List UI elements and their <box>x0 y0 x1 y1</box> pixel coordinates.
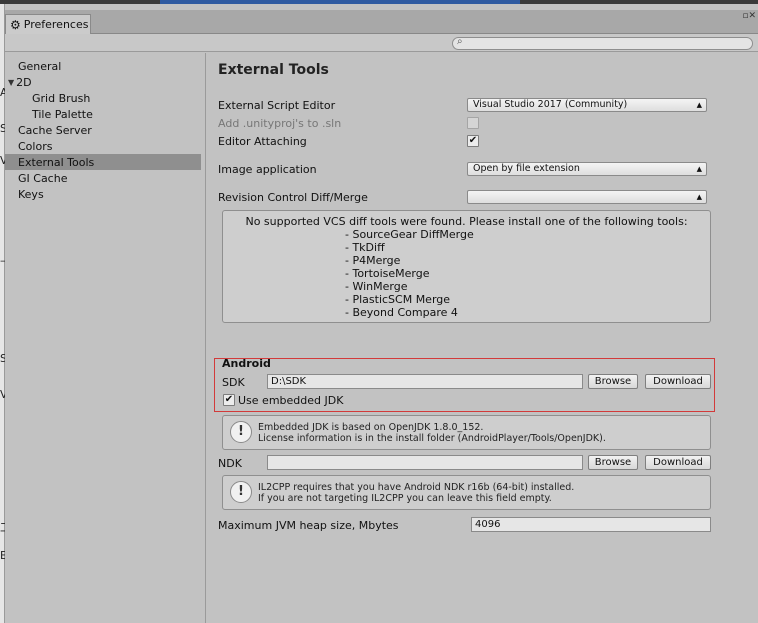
list-item: - WinMerge <box>345 280 408 293</box>
sidebar-item-label: Cache Server <box>18 123 92 137</box>
ndk-path-input[interactable] <box>267 455 583 470</box>
sdk-label: SDK <box>222 376 245 389</box>
vcs-help-box: No supported VCS diff tools were found. … <box>222 210 711 323</box>
triangle-down-icon[interactable]: ▼ <box>8 78 14 87</box>
sidebar-item-label: External Tools <box>18 155 95 169</box>
editor-attaching-checkbox[interactable]: ✔ <box>467 135 479 147</box>
sidebar-item-label: Colors <box>18 139 53 153</box>
checkmark-icon: ✔ <box>224 394 234 405</box>
list-item: - PlasticSCM Merge <box>345 293 451 306</box>
list-item: - SourceGear DiffMerge <box>345 228 474 241</box>
chevron-down-icon: ▲ <box>696 101 702 109</box>
sidebar-item-grid-brush[interactable]: Grid Brush <box>5 90 201 106</box>
sidebar-item-colors[interactable]: Colors <box>5 138 201 154</box>
sidebar-item-general[interactable]: General <box>5 58 201 74</box>
checkmark-icon: ✔ <box>468 135 478 146</box>
revision-control-label: Revision Control Diff/Merge <box>218 191 368 204</box>
ndk-download-button[interactable]: Download <box>645 455 711 470</box>
editor-attaching-label: Editor Attaching <box>218 135 307 148</box>
sidebar-item-label: General <box>18 59 62 73</box>
sidebar-item-label: Grid Brush <box>32 91 91 105</box>
script-editor-dropdown[interactable]: Visual Studio 2017 (Community) ▲ <box>467 98 707 112</box>
sdk-download-button[interactable]: Download <box>645 374 711 389</box>
sidebar-item-gi-cache[interactable]: GI Cache <box>5 170 201 186</box>
list-item: - TortoiseMerge <box>345 267 430 280</box>
sdk-browse-button[interactable]: Browse <box>588 374 638 389</box>
ndk-label: NDK <box>218 457 242 470</box>
tab-bar: ⚙ Preferences ▫✕ <box>5 10 758 34</box>
tab-preferences[interactable]: ⚙ Preferences <box>5 14 91 34</box>
embedded-jdk-label: Use embedded JDK <box>238 394 344 407</box>
jdk-info-text: Embedded JDK is based on OpenJDK 1.8.0_1… <box>258 422 606 444</box>
search-icon: ⌕ <box>457 36 463 47</box>
list-item: - P4Merge <box>345 254 401 267</box>
sidebar-item-label: Keys <box>18 187 44 201</box>
toolbar: ⌕ <box>5 34 758 52</box>
ndk-browse-button[interactable]: Browse <box>588 455 638 470</box>
sidebar-item-label: GI Cache <box>18 171 68 185</box>
sidebar-item-cache-server[interactable]: Cache Server <box>5 122 201 138</box>
add-unityproj-checkbox[interactable] <box>467 117 479 129</box>
jdk-info-line: License information is in the install fo… <box>258 433 606 444</box>
sidebar-item-label: 2D <box>16 75 32 89</box>
android-section-title: Android <box>222 357 271 370</box>
page-title: External Tools <box>218 62 329 78</box>
preferences-window: ⚙ Preferences ▫✕ ⌕ General ▼ 2D Grid Brus… <box>5 10 758 623</box>
window-controls[interactable]: ▫✕ <box>742 11 756 21</box>
sidebar-item-external-tools[interactable]: External Tools <box>5 154 201 170</box>
sidebar-item-tile-palette[interactable]: Tile Palette <box>5 106 201 122</box>
sidebar: General ▼ 2D Grid Brush Tile Palette Cach… <box>5 53 206 623</box>
il2cpp-info-line: If you are not targeting IL2CPP you can … <box>258 493 552 504</box>
taskbar-accent <box>160 0 520 4</box>
script-editor-label: External Script Editor <box>218 99 336 112</box>
revision-control-dropdown[interactable]: ▲ <box>467 190 707 204</box>
jvm-heap-label: Maximum JVM heap size, Mbytes <box>218 519 399 532</box>
gear-icon: ⚙ <box>10 17 21 32</box>
jdk-info-line: Embedded JDK is based on OpenJDK 1.8.0_1… <box>258 422 484 433</box>
vcs-tool-list: - SourceGear DiffMerge - TkDiff - P4Merg… <box>345 228 474 319</box>
warning-icon: ! <box>230 421 252 443</box>
sidebar-item-2d[interactable]: ▼ 2D <box>5 74 201 90</box>
add-unityproj-label: Add .unityproj's to .sln <box>218 117 342 130</box>
top-strip <box>0 0 758 4</box>
content-panel: External Tools External Script Editor Vi… <box>212 53 758 623</box>
embedded-jdk-checkbox[interactable]: ✔ <box>223 394 235 406</box>
vcs-help-heading: No supported VCS diff tools were found. … <box>245 215 688 228</box>
jdk-info-box: ! Embedded JDK is based on OpenJDK 1.8.0… <box>222 415 711 450</box>
image-app-value: Open by file extension <box>473 163 580 174</box>
il2cpp-info-line: IL2CPP requires that you have Android ND… <box>258 482 575 493</box>
chevron-down-icon: ▲ <box>696 165 702 173</box>
tab-title: Preferences <box>23 18 89 31</box>
il2cpp-info-box: ! IL2CPP requires that you have Android … <box>222 475 711 510</box>
chevron-down-icon: ▲ <box>696 193 702 201</box>
search-input[interactable]: ⌕ <box>452 36 753 50</box>
jvm-heap-input[interactable]: 4096 <box>471 517 711 532</box>
script-editor-value: Visual Studio 2017 (Community) <box>473 99 628 110</box>
il2cpp-info-text: IL2CPP requires that you have Android ND… <box>258 482 574 504</box>
sidebar-item-label: Tile Palette <box>32 107 93 121</box>
image-app-dropdown[interactable]: Open by file extension ▲ <box>467 162 707 176</box>
warning-icon: ! <box>230 481 252 503</box>
sidebar-item-keys[interactable]: Keys <box>5 186 201 202</box>
list-item: - Beyond Compare 4 <box>345 306 458 319</box>
sdk-path-input[interactable]: D:\SDK <box>267 374 583 389</box>
image-app-label: Image application <box>218 163 317 176</box>
list-item: - TkDiff <box>345 241 385 254</box>
